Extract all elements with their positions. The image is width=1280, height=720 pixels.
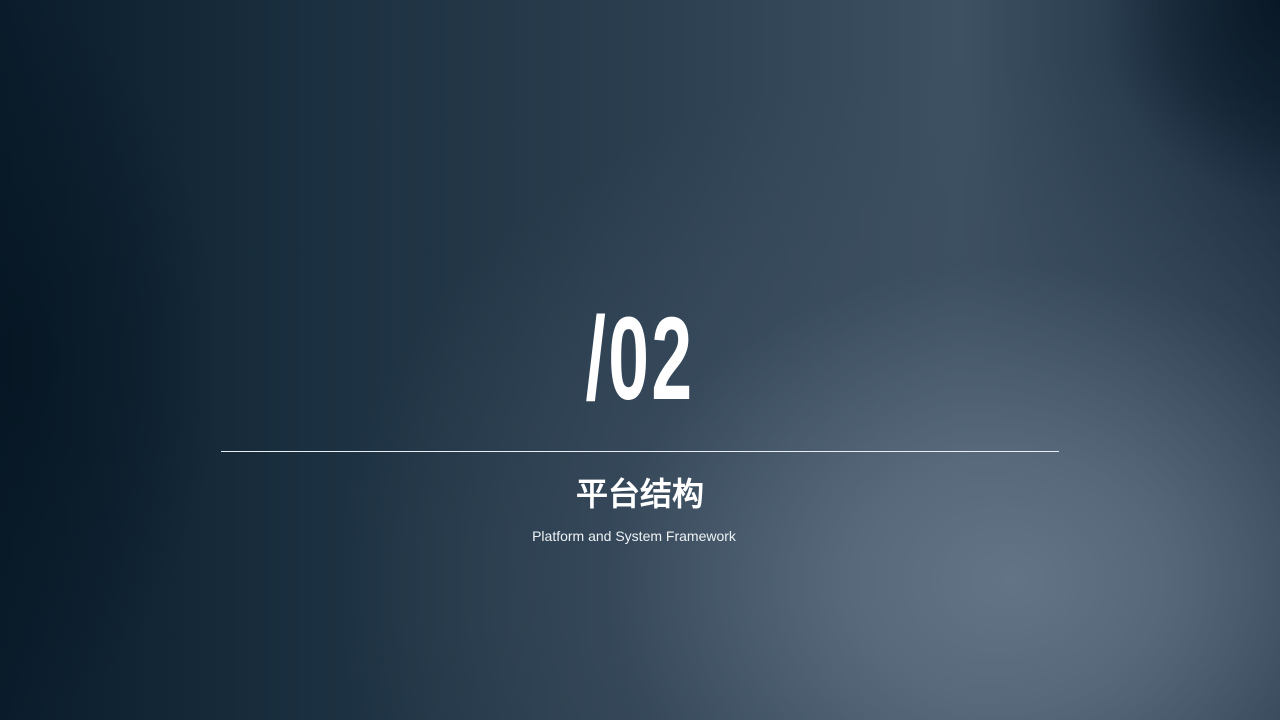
section-slide: /02 平台结构 Platform and System Framework — [0, 0, 1280, 720]
section-subtitle: Platform and System Framework — [532, 528, 736, 544]
section-number: /02 — [0, 300, 1280, 418]
section-title: 平台结构 — [575, 475, 704, 513]
divider-line — [221, 451, 1059, 452]
section-number-text: /02 — [585, 293, 695, 425]
